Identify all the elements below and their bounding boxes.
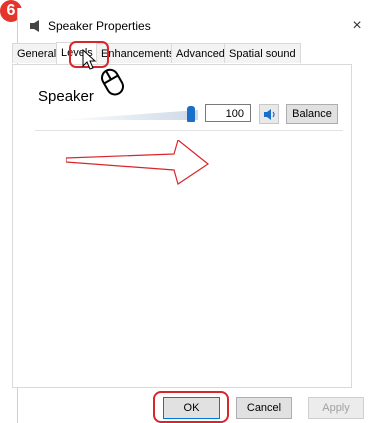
- tab-general[interactable]: General: [12, 43, 62, 63]
- window-title: Speaker Properties: [48, 19, 151, 33]
- volume-slider-thumb[interactable]: [187, 106, 195, 122]
- speaker-label: Speaker: [38, 88, 94, 105]
- ok-button-highlight: [153, 391, 229, 423]
- balance-button[interactable]: Balance: [286, 104, 338, 124]
- volume-value-field[interactable]: 100: [205, 104, 251, 122]
- mouse-click-icon: [101, 68, 125, 96]
- tab-advanced[interactable]: Advanced: [171, 43, 230, 63]
- tab-spatial-sound[interactable]: Spatial sound: [224, 43, 301, 63]
- pointer-arrow-annotation: [66, 140, 210, 185]
- cancel-button[interactable]: Cancel: [236, 397, 292, 419]
- speaker-icon: [264, 109, 275, 120]
- mute-toggle-button[interactable]: [259, 104, 279, 124]
- close-button[interactable]: ×: [345, 14, 369, 38]
- title-bar: Speaker Properties ×: [18, 8, 372, 42]
- tab-bar: General Levels Enhancements Advanced Spa…: [12, 42, 352, 65]
- speaker-app-icon: [30, 20, 39, 32]
- apply-button[interactable]: Apply: [308, 397, 364, 419]
